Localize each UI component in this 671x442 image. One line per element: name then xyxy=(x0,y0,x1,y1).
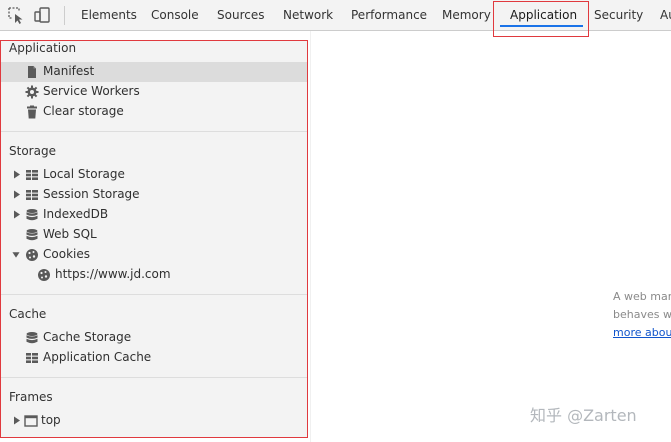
sidebar-item-label: top xyxy=(41,413,61,427)
section-divider xyxy=(1,377,307,378)
sidebar-item-manifest[interactable]: Manifest xyxy=(1,62,307,82)
devtools-window: Elements Console Sources Network Perform… xyxy=(0,0,671,442)
section-title-application: Application xyxy=(9,41,77,55)
sidebar-item-label: Web SQL xyxy=(43,227,97,241)
document-icon xyxy=(28,66,36,78)
gear-icon xyxy=(25,85,39,99)
section-title-cache: Cache xyxy=(9,307,47,321)
grid-icon xyxy=(26,190,38,200)
device-toolbar-icon[interactable] xyxy=(33,6,51,24)
sidebar-item-label: Local Storage xyxy=(43,167,125,181)
sidebar-item-label: IndexedDB xyxy=(43,207,109,221)
expand-arrow-icon[interactable] xyxy=(13,416,21,425)
section-title-storage: Storage xyxy=(9,144,56,158)
collapse-arrow-icon[interactable] xyxy=(12,250,20,259)
manifest-info-line-2: behaves wh xyxy=(613,308,671,321)
cookie-icon xyxy=(26,249,38,261)
grid-icon xyxy=(26,170,38,180)
trash-icon xyxy=(27,105,37,119)
sidebar-splitter[interactable] xyxy=(310,31,311,442)
sidebar-item-application-cache[interactable]: Application Cache xyxy=(1,348,307,368)
section-title-frames: Frames xyxy=(9,390,53,404)
watermark: 知乎 @Zarten xyxy=(530,406,637,425)
tab-security[interactable]: Security xyxy=(594,0,643,30)
application-sidebar: Application Manifest Service Workers Cle… xyxy=(0,40,308,438)
sidebar-item-label: Manifest xyxy=(43,64,95,78)
sidebar-item-frame-top[interactable]: top xyxy=(1,411,307,431)
toolbar-separator xyxy=(64,6,65,25)
sidebar-item-label: Application Cache xyxy=(43,350,152,364)
tab-audits-truncated[interactable]: Au xyxy=(660,0,671,30)
sidebar-item-label: Session Storage xyxy=(43,187,140,201)
database-icon xyxy=(26,229,38,241)
sidebar-item-cache-storage[interactable]: Cache Storage xyxy=(1,328,307,348)
tab-sources[interactable]: Sources xyxy=(217,0,264,30)
sidebar-item-local-storage[interactable]: Local Storage xyxy=(1,165,307,185)
tab-performance[interactable]: Performance xyxy=(351,0,427,30)
cookie-icon xyxy=(38,269,50,281)
tab-elements[interactable]: Elements xyxy=(81,0,137,30)
learn-more-link[interactable]: more abou xyxy=(613,326,671,339)
expand-arrow-icon[interactable] xyxy=(13,210,21,219)
sidebar-item-cookies[interactable]: Cookies xyxy=(1,245,307,265)
database-icon xyxy=(26,332,38,344)
grid-icon xyxy=(26,353,38,363)
manifest-info-line-1: A web man xyxy=(613,290,671,303)
expand-arrow-icon[interactable] xyxy=(13,190,21,199)
inspect-element-icon[interactable] xyxy=(7,6,25,24)
sidebar-item-label: Service Workers xyxy=(43,84,140,98)
sidebar-item-session-storage[interactable]: Session Storage xyxy=(1,185,307,205)
database-icon xyxy=(26,209,38,221)
tab-memory[interactable]: Memory xyxy=(442,0,491,30)
section-divider xyxy=(1,294,307,295)
expand-arrow-icon[interactable] xyxy=(13,170,21,179)
sidebar-item-cookie-origin[interactable]: https://www.jd.com xyxy=(1,265,307,285)
frame-icon xyxy=(24,415,38,427)
sidebar-item-label: Clear storage xyxy=(43,104,124,118)
sidebar-item-label: https://www.jd.com xyxy=(55,267,171,281)
active-tab-highlight xyxy=(493,1,589,37)
sidebar-item-clear-storage[interactable]: Clear storage xyxy=(1,102,307,122)
section-divider xyxy=(1,131,307,132)
sidebar-item-label: Cookies xyxy=(43,247,90,261)
sidebar-item-service-workers[interactable]: Service Workers xyxy=(1,82,307,102)
sidebar-item-indexeddb[interactable]: IndexedDB xyxy=(1,205,307,225)
tab-network[interactable]: Network xyxy=(283,0,333,30)
sidebar-item-label: Cache Storage xyxy=(43,330,132,344)
tab-console[interactable]: Console xyxy=(151,0,199,30)
sidebar-item-web-sql[interactable]: Web SQL xyxy=(1,225,307,245)
